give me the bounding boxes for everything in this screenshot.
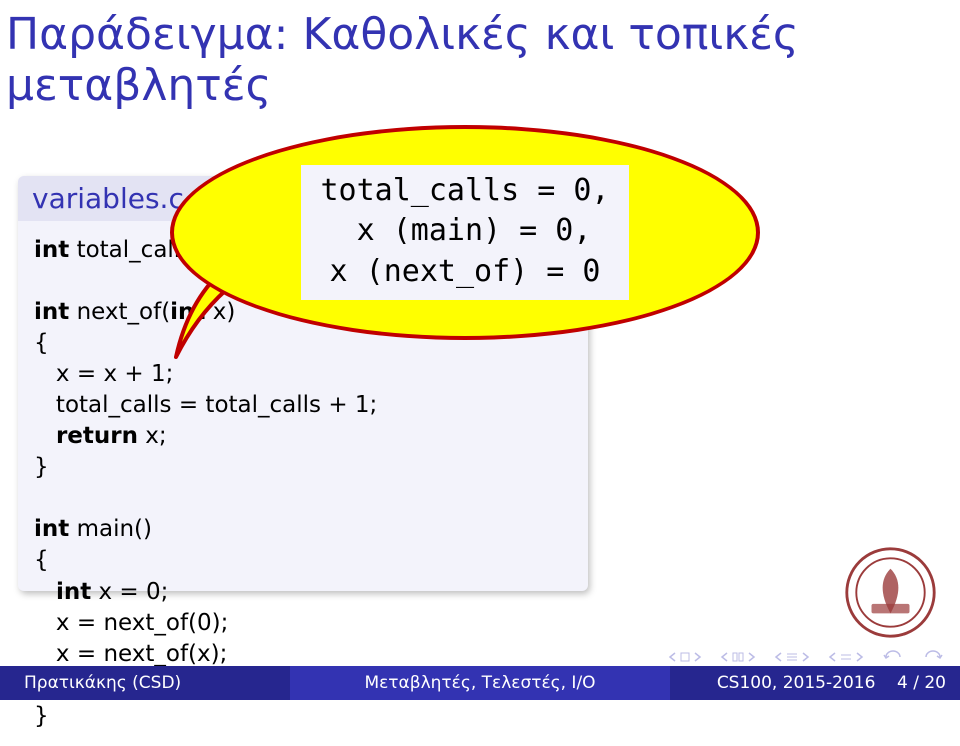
speech-bubble: total_calls = 0, x (main) = 0, x (next_o… — [170, 125, 760, 340]
footer-right: CS100, 2015-2016 4 / 20 — [670, 666, 960, 700]
footer-title: Μεταβλητές, Τελεστές, I/O — [290, 666, 670, 700]
slide-title: Παράδειγμα: Καθολικές και τοπικές μεταβλ… — [0, 0, 960, 111]
bubble-line-3: x (next_of) = 0 — [330, 254, 601, 289]
nav-appendix-icon[interactable] — [828, 652, 864, 662]
bubble-line-1: total_calls = 0, — [321, 173, 610, 208]
nav-prev-slide-icon[interactable] — [668, 652, 702, 662]
footer-course: CS100, 2015-2016 — [717, 673, 876, 693]
title-line-1: Παράδειγμα: Καθολικές και τοπικές — [6, 9, 799, 60]
title-line-2: μεταβλητές — [6, 60, 271, 111]
nav-prev-subsection-icon[interactable] — [774, 652, 810, 662]
nav-controls — [668, 650, 944, 664]
footer-author: Πρατικάκης (CSD) — [0, 666, 290, 700]
nav-forward-icon[interactable] — [922, 650, 944, 664]
speech-bubble-text: total_calls = 0, x (main) = 0, x (next_o… — [301, 165, 630, 301]
nav-back-icon[interactable] — [882, 650, 904, 664]
footer-page: 4 / 20 — [897, 673, 946, 693]
bubble-line-2: x (main) = 0, — [339, 213, 592, 248]
university-seal-icon — [843, 545, 938, 640]
footer-bar: Πρατικάκης (CSD) Μεταβλητές, Τελεστές, I… — [0, 666, 960, 700]
nav-prev-section-icon[interactable] — [720, 652, 756, 662]
slide: Παράδειγμα: Καθολικές και τοπικές μεταβλ… — [0, 0, 960, 700]
